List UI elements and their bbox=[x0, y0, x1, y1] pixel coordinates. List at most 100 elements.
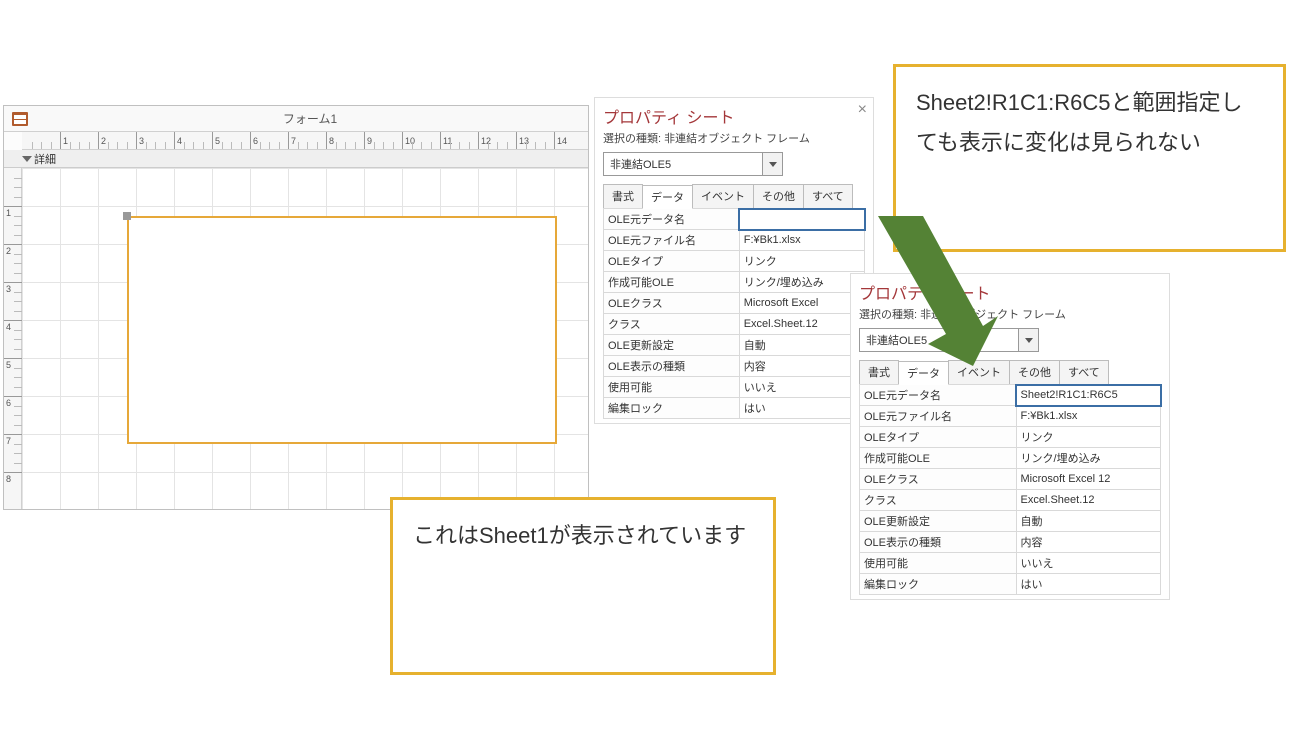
ruler-tick: 5 bbox=[212, 132, 220, 150]
design-grid[interactable] bbox=[22, 168, 588, 509]
property-row[interactable]: 編集ロックはい bbox=[860, 574, 1161, 595]
section-toggle-icon bbox=[22, 156, 32, 162]
property-row[interactable]: OLEタイプリンク bbox=[604, 251, 865, 272]
propsheet-title: プロパティ シート bbox=[603, 104, 865, 128]
propsheet-tabs: 書式 データ イベント その他 すべて bbox=[859, 360, 1161, 384]
property-value[interactable]: 自動 bbox=[739, 335, 864, 356]
property-value[interactable]: F:¥Bk1.xlsx bbox=[739, 230, 864, 251]
property-row[interactable]: OLE元データ名 bbox=[604, 209, 865, 230]
property-name: OLEクラス bbox=[604, 293, 740, 314]
form-titlebar: フォーム1 bbox=[4, 106, 588, 132]
ruler-tick: 14 bbox=[554, 132, 567, 150]
tab-other[interactable]: その他 bbox=[1009, 360, 1060, 384]
property-value[interactable]: 自動 bbox=[1016, 511, 1160, 532]
ruler-tick: 7 bbox=[288, 132, 296, 150]
annotation-range: Sheet2!R1C1:R6C5と範囲指定しても表示に変化は見られない bbox=[893, 64, 1286, 252]
property-value[interactable]: 内容 bbox=[739, 356, 864, 377]
object-selector-dropdown-icon[interactable] bbox=[763, 152, 783, 176]
property-name: OLE元データ名 bbox=[860, 385, 1017, 406]
property-value[interactable]: Sheet2!R1C1:R6C5 bbox=[1016, 385, 1160, 406]
property-value[interactable]: リンク/埋め込み bbox=[1016, 448, 1160, 469]
property-row[interactable]: OLE元ファイル名F:¥Bk1.xlsx bbox=[604, 230, 865, 251]
form-title: フォーム1 bbox=[32, 110, 588, 127]
resize-handle-icon[interactable] bbox=[123, 212, 131, 220]
tab-all[interactable]: すべて bbox=[803, 184, 853, 208]
section-header[interactable]: 詳細 bbox=[4, 150, 588, 168]
property-row[interactable]: OLEクラスMicrosoft Excel bbox=[604, 293, 865, 314]
property-row[interactable]: 編集ロックはい bbox=[604, 398, 865, 419]
propsheet-subtitle: 選択の種類: 非連結オブジェクト フレーム bbox=[859, 306, 1161, 322]
property-row[interactable]: クラスExcel.Sheet.12 bbox=[604, 314, 865, 335]
tab-event[interactable]: イベント bbox=[948, 360, 1010, 384]
property-name: OLEタイプ bbox=[860, 427, 1017, 448]
property-value[interactable]: Excel.Sheet.12 bbox=[739, 314, 864, 335]
property-name: OLE表示の種類 bbox=[604, 356, 740, 377]
property-row[interactable]: OLE元データ名Sheet2!R1C1:R6C5 bbox=[860, 385, 1161, 406]
property-row[interactable]: OLEタイプリンク bbox=[860, 427, 1161, 448]
tab-other[interactable]: その他 bbox=[753, 184, 804, 208]
propsheet-title: プロパティ シート bbox=[859, 280, 1161, 304]
property-row[interactable]: 使用可能いいえ bbox=[860, 553, 1161, 574]
ruler-vertical: 12345678 bbox=[4, 168, 22, 509]
property-name: OLE元ファイル名 bbox=[860, 406, 1017, 427]
property-name: 編集ロック bbox=[860, 574, 1017, 595]
property-row[interactable]: OLE表示の種類内容 bbox=[604, 356, 865, 377]
object-selector[interactable]: 非連結OLE5 bbox=[603, 152, 763, 176]
property-value[interactable]: はい bbox=[739, 398, 864, 419]
property-row[interactable]: OLEクラスMicrosoft Excel 12 bbox=[860, 469, 1161, 490]
tab-event[interactable]: イベント bbox=[692, 184, 754, 208]
tab-data[interactable]: データ bbox=[642, 185, 693, 209]
property-row[interactable]: OLE更新設定自動 bbox=[860, 511, 1161, 532]
property-value[interactable] bbox=[739, 209, 864, 230]
property-row[interactable]: 作成可能OLEリンク/埋め込み bbox=[860, 448, 1161, 469]
property-name: OLE更新設定 bbox=[604, 335, 740, 356]
property-name: 編集ロック bbox=[604, 398, 740, 419]
propsheet-subtitle: 選択の種類: 非連結オブジェクト フレーム bbox=[603, 130, 865, 146]
tab-format[interactable]: 書式 bbox=[603, 184, 643, 208]
object-selector[interactable]: 非連結OLE5 bbox=[859, 328, 1019, 352]
ruler-tick: 10 bbox=[402, 132, 415, 150]
object-selector-dropdown-icon[interactable] bbox=[1019, 328, 1039, 352]
close-icon[interactable]: × bbox=[858, 102, 867, 118]
property-row[interactable]: OLE更新設定自動 bbox=[604, 335, 865, 356]
property-row[interactable]: OLE表示の種類内容 bbox=[860, 532, 1161, 553]
property-value[interactable]: はい bbox=[1016, 574, 1160, 595]
ruler-tick: 8 bbox=[326, 132, 334, 150]
property-value[interactable]: いいえ bbox=[1016, 553, 1160, 574]
property-name: OLE更新設定 bbox=[860, 511, 1017, 532]
property-row[interactable]: 使用可能いいえ bbox=[604, 377, 865, 398]
annotation-sheet1: これはSheet1が表示されています bbox=[390, 497, 776, 675]
property-value[interactable]: Microsoft Excel bbox=[739, 293, 864, 314]
property-value[interactable]: リンク/埋め込み bbox=[739, 272, 864, 293]
property-row[interactable]: 作成可能OLEリンク/埋め込み bbox=[604, 272, 865, 293]
property-value[interactable]: Microsoft Excel 12 bbox=[1016, 469, 1160, 490]
property-name: OLEタイプ bbox=[604, 251, 740, 272]
propsheet-tabs: 書式 データ イベント その他 すべて bbox=[603, 184, 865, 208]
property-sheet-right: プロパティ シート 選択の種類: 非連結オブジェクト フレーム 非連結OLE5 … bbox=[850, 273, 1170, 600]
property-value[interactable]: F:¥Bk1.xlsx bbox=[1016, 406, 1160, 427]
ruler-tick: 6 bbox=[250, 132, 258, 150]
property-grid[interactable]: OLE元データ名Sheet2!R1C1:R6C5OLE元ファイル名F:¥Bk1.… bbox=[859, 384, 1161, 595]
property-name: OLEクラス bbox=[860, 469, 1017, 490]
property-row[interactable]: OLE元ファイル名F:¥Bk1.xlsx bbox=[860, 406, 1161, 427]
tab-data[interactable]: データ bbox=[898, 361, 949, 385]
property-grid[interactable]: OLE元データ名OLE元ファイル名F:¥Bk1.xlsxOLEタイプリンク作成可… bbox=[603, 208, 865, 419]
ole-frame[interactable] bbox=[127, 216, 557, 444]
property-value[interactable]: Excel.Sheet.12 bbox=[1016, 490, 1160, 511]
tab-format[interactable]: 書式 bbox=[859, 360, 899, 384]
ruler-tick: 13 bbox=[516, 132, 529, 150]
ruler-tick: 4 bbox=[174, 132, 182, 150]
property-value[interactable]: 内容 bbox=[1016, 532, 1160, 553]
property-name: 作成可能OLE bbox=[604, 272, 740, 293]
property-name: 使用可能 bbox=[604, 377, 740, 398]
ruler-tick: 2 bbox=[98, 132, 106, 150]
property-value[interactable]: リンク bbox=[739, 251, 864, 272]
property-value[interactable]: リンク bbox=[1016, 427, 1160, 448]
property-name: OLE表示の種類 bbox=[860, 532, 1017, 553]
ruler-tick: 8 bbox=[4, 472, 22, 484]
property-value[interactable]: いいえ bbox=[739, 377, 864, 398]
ruler-tick: 3 bbox=[136, 132, 144, 150]
ruler-horizontal: 1234567891011121314 bbox=[22, 132, 588, 150]
property-row[interactable]: クラスExcel.Sheet.12 bbox=[860, 490, 1161, 511]
tab-all[interactable]: すべて bbox=[1059, 360, 1109, 384]
